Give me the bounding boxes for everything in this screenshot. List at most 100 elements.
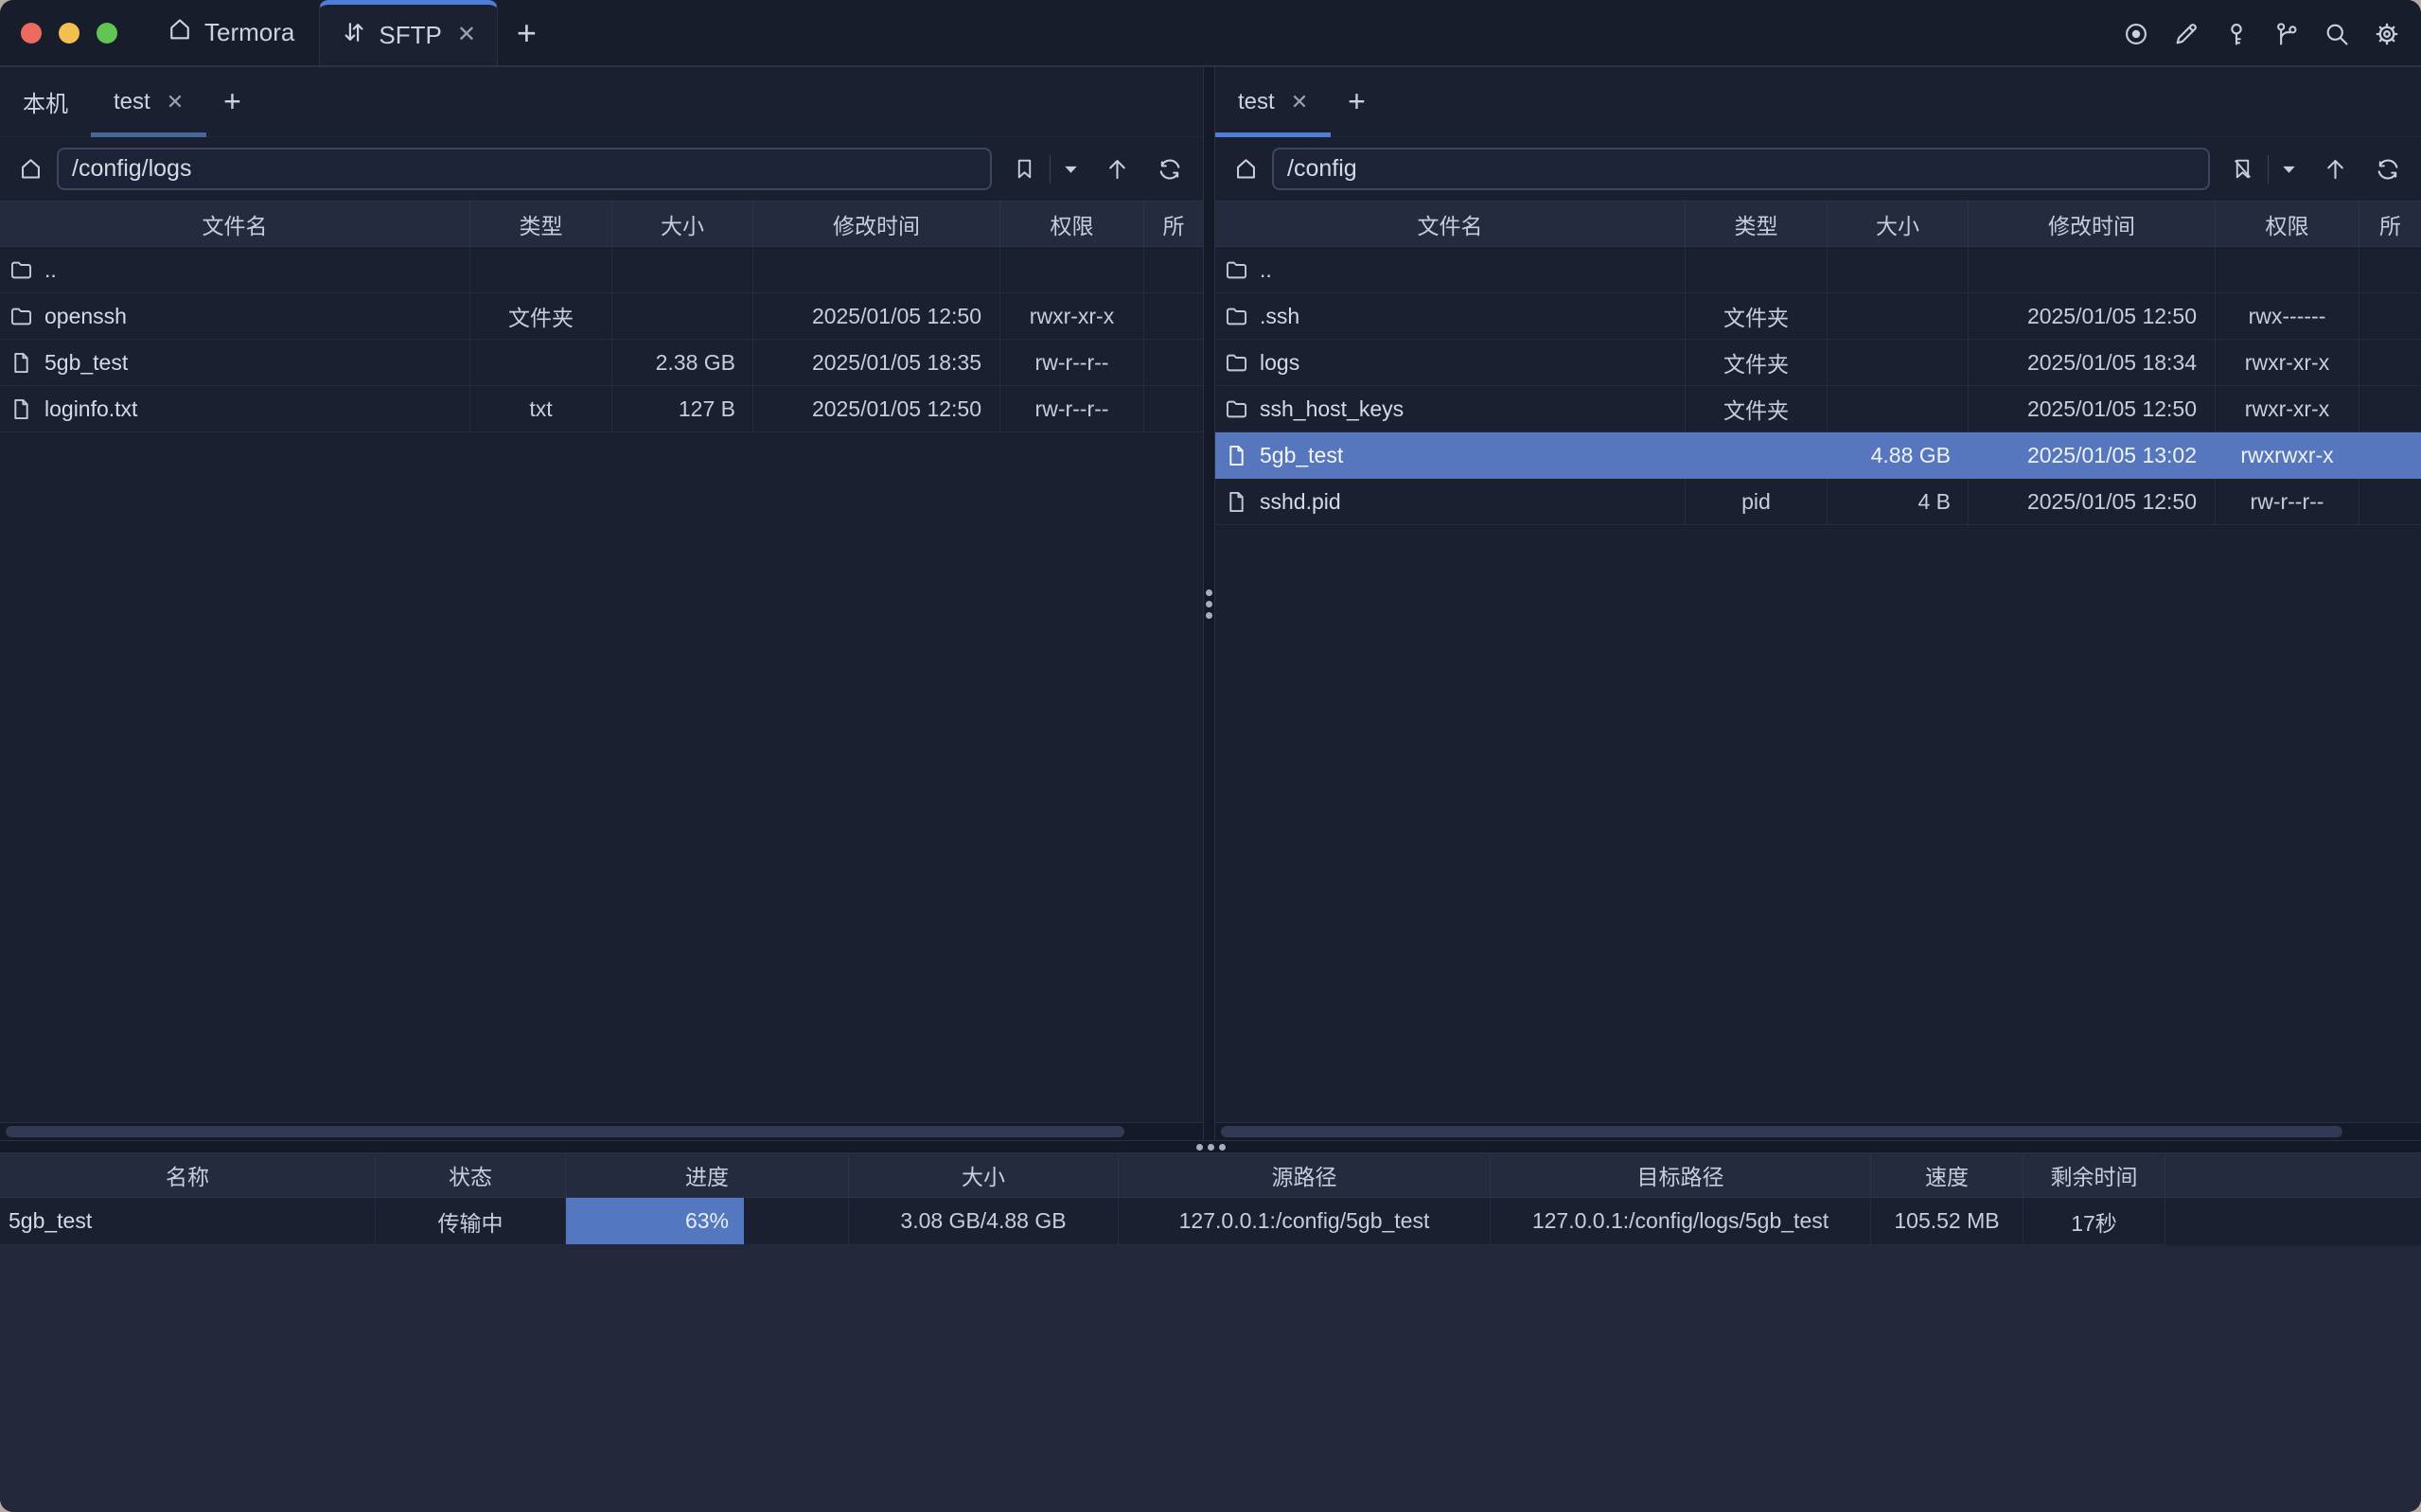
column-header-size[interactable]: 大小: [1828, 202, 1969, 246]
key-icon[interactable]: [2223, 21, 2250, 47]
bookmark-slash-icon[interactable]: [2224, 157, 2261, 181]
file-row[interactable]: loginfo.txt txt 127 B 2025/01/05 12:50 r…: [0, 386, 1203, 432]
file-perm: [2216, 247, 2359, 293]
splitter-dot: [1196, 1144, 1203, 1151]
file-mtime: [1969, 247, 2216, 293]
caret-down-icon[interactable]: [1057, 165, 1085, 174]
pane-tab-test-left[interactable]: test ✕: [91, 67, 206, 136]
column-header-speed[interactable]: 速度: [1871, 1153, 2023, 1197]
tab-sftp[interactable]: SFTP ✕: [319, 0, 498, 65]
close-window-button[interactable]: [21, 23, 42, 44]
transfer-panel-empty-area: [0, 1245, 2421, 1512]
file-row[interactable]: .ssh 文件夹 2025/01/05 12:50 rwx------: [1215, 293, 2421, 340]
file-name: openssh: [44, 304, 127, 329]
file-name: ..: [1260, 257, 1272, 283]
column-header-blank: [2165, 1153, 2421, 1197]
file-row[interactable]: ..: [1215, 247, 2421, 293]
column-header-filename[interactable]: 文件名: [1215, 202, 1686, 246]
file-type: txt: [470, 386, 612, 432]
refresh-icon[interactable]: [2368, 156, 2408, 183]
tab-termora[interactable]: Termora: [142, 0, 319, 65]
remote-horizontal-scrollbar[interactable]: [1215, 1122, 2421, 1140]
pane-tab-test-right-label: test: [1238, 89, 1275, 115]
pane-tab-test-right[interactable]: test ✕: [1215, 67, 1331, 136]
minimize-window-button[interactable]: [59, 23, 80, 44]
column-header-mtime[interactable]: 修改时间: [753, 202, 1000, 246]
file-row[interactable]: logs 文件夹 2025/01/05 18:34 rwxr-xr-x: [1215, 340, 2421, 386]
file-mtime: 2025/01/05 12:50: [1969, 386, 2216, 432]
file-row[interactable]: sshd.pid pid 4 B 2025/01/05 12:50 rw-r--…: [1215, 479, 2421, 525]
traffic-lights: [0, 0, 142, 65]
column-header-target[interactable]: 目标路径: [1491, 1153, 1871, 1197]
file-row[interactable]: 5gb_test 4.88 GB 2025/01/05 13:02 rwxrwx…: [1215, 432, 2421, 479]
home-icon: [167, 16, 193, 49]
pane-tab-test-left-label: test: [114, 89, 150, 115]
column-header-progress[interactable]: 进度: [566, 1153, 849, 1197]
column-header-owner[interactable]: 所: [1144, 202, 1203, 246]
file-mtime: 2025/01/05 12:50: [753, 293, 1000, 340]
refresh-icon[interactable]: [1150, 156, 1190, 183]
caret-down-icon[interactable]: [2275, 165, 2303, 174]
file-type-icon: [1224, 443, 1249, 468]
home-icon[interactable]: [18, 156, 44, 182]
record-icon[interactable]: [2123, 21, 2149, 47]
git-branch-icon[interactable]: [2273, 21, 2300, 47]
remote-path-actions: [2224, 155, 2408, 184]
transfer-remaining-time: 17秒: [2023, 1198, 2165, 1245]
zoom-window-button[interactable]: [97, 23, 117, 44]
new-tab-button[interactable]: +: [498, 0, 556, 65]
up-arrow-icon[interactable]: [2316, 156, 2355, 182]
pane-tab-test-right-close-icon[interactable]: ✕: [1291, 92, 1308, 113]
transfer-row[interactable]: 5gb_test 传输中 63% 3.08 GB/4.88 GB 127.0.0…: [0, 1198, 2421, 1245]
splitter-dot: [1208, 1144, 1214, 1151]
file-type: 文件夹: [1686, 293, 1828, 340]
tab-sftp-close-icon[interactable]: ✕: [457, 24, 476, 46]
column-header-size[interactable]: 大小: [612, 202, 753, 246]
local-pane-tabs: 本机 test ✕ +: [0, 67, 1203, 137]
progress-label: 63%: [685, 1208, 729, 1234]
column-header-status[interactable]: 状态: [376, 1153, 566, 1197]
file-perm: [1000, 247, 1144, 293]
titlebar-actions: [2123, 0, 2400, 67]
vertical-splitter[interactable]: [1203, 67, 1215, 1140]
transfer-target-path: 127.0.0.1:/config/logs/5gb_test: [1491, 1198, 1871, 1245]
file-type-icon: [9, 304, 34, 329]
column-header-perm[interactable]: 权限: [2216, 202, 2359, 246]
pane-tab-test-left-close-icon[interactable]: ✕: [167, 92, 184, 113]
up-arrow-icon[interactable]: [1098, 156, 1137, 182]
file-type: pid: [1686, 479, 1828, 525]
column-header-size[interactable]: 大小: [849, 1153, 1119, 1197]
settings-gear-icon[interactable]: [2374, 21, 2400, 47]
file-row[interactable]: 5gb_test 2.38 GB 2025/01/05 18:35 rw-r--…: [0, 340, 1203, 386]
search-icon[interactable]: [2324, 21, 2350, 47]
file-row[interactable]: openssh 文件夹 2025/01/05 12:50 rwxr-xr-x: [0, 293, 1203, 340]
column-header-mtime[interactable]: 修改时间: [1969, 202, 2216, 246]
column-header-owner[interactable]: 所: [2359, 202, 2421, 246]
file-row[interactable]: ssh_host_keys 文件夹 2025/01/05 12:50 rwxr-…: [1215, 386, 2421, 432]
edit-pencil-icon[interactable]: [2173, 21, 2200, 47]
add-pane-tab-right-button[interactable]: +: [1331, 67, 1383, 136]
column-header-name[interactable]: 名称: [0, 1153, 376, 1197]
column-header-type[interactable]: 类型: [1686, 202, 1828, 246]
file-type-icon: [1224, 257, 1249, 283]
column-header-remaining[interactable]: 剩余时间: [2023, 1153, 2165, 1197]
file-name: 5gb_test: [1260, 443, 1343, 468]
remote-path-input[interactable]: [1272, 148, 2210, 190]
local-path-input[interactable]: [57, 148, 992, 190]
pane-tab-local[interactable]: 本机: [0, 67, 91, 136]
add-pane-tab-left-button[interactable]: +: [206, 67, 258, 136]
column-header-type[interactable]: 类型: [470, 202, 612, 246]
local-horizontal-scrollbar[interactable]: [0, 1122, 1203, 1140]
scrollbar-thumb[interactable]: [6, 1126, 1124, 1137]
column-header-source[interactable]: 源路径: [1119, 1153, 1491, 1197]
column-header-perm[interactable]: 权限: [1000, 202, 1144, 246]
scrollbar-thumb[interactable]: [1221, 1126, 2342, 1137]
local-pathbar: [0, 137, 1203, 201]
home-icon[interactable]: [1233, 156, 1259, 182]
toolbar-divider: [1050, 155, 1051, 184]
file-owner: [2359, 386, 2421, 432]
file-row[interactable]: ..: [0, 247, 1203, 293]
bookmark-icon[interactable]: [1006, 157, 1043, 181]
horizontal-splitter[interactable]: [0, 1140, 2421, 1153]
column-header-filename[interactable]: 文件名: [0, 202, 470, 246]
